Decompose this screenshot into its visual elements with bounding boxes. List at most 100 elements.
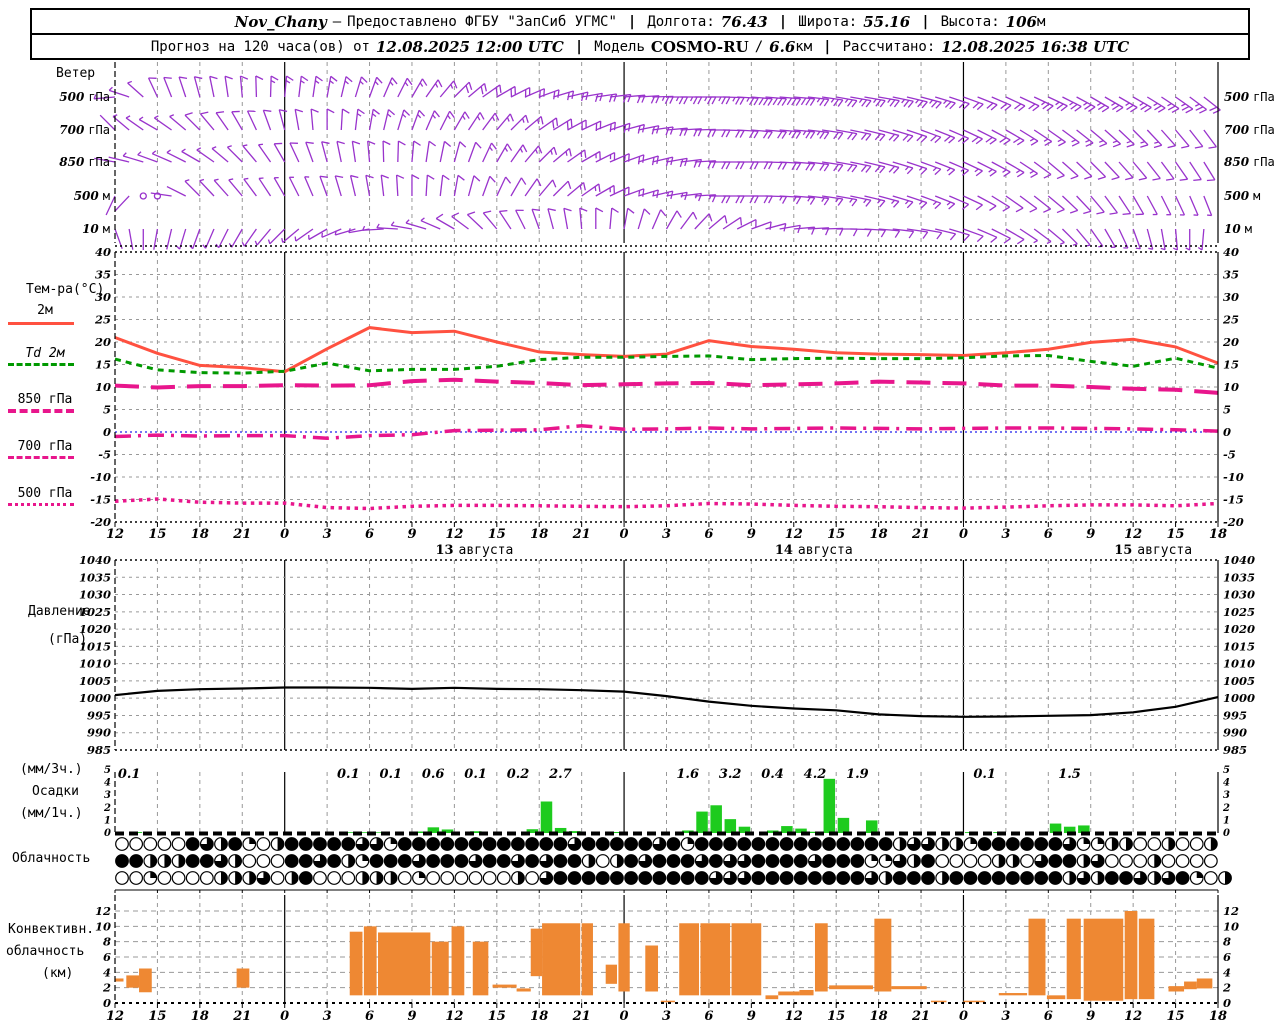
cloud-symbol: [1048, 854, 1063, 868]
svg-text:40: 40: [95, 245, 111, 259]
svg-text:850гПа: 850 гПа: [59, 155, 110, 169]
cloud-symbol: [1147, 837, 1162, 851]
svg-text:30: 30: [95, 290, 111, 304]
svg-text:3: 3: [104, 790, 111, 801]
svg-text:18: 18: [191, 527, 209, 542]
convective-bar: [530, 928, 543, 977]
cloud-symbol: [185, 871, 200, 885]
cloud-symbol: [652, 871, 667, 885]
svg-text:9: 9: [747, 1009, 756, 1024]
convective-bar: [891, 986, 927, 990]
cloud-symbol: [921, 854, 935, 868]
cloud-symbol: [1048, 871, 1063, 885]
svg-text:12: 12: [785, 527, 803, 542]
svg-text:6: 6: [1223, 950, 1231, 964]
svg-text:0.1: 0.1: [973, 767, 996, 782]
svg-text:3: 3: [323, 1009, 332, 1024]
cloud-symbol: [906, 871, 921, 885]
cloud-symbol: [242, 854, 257, 868]
cloud-symbol: [751, 837, 766, 851]
convective-bar: [1083, 918, 1124, 1001]
svg-text:0.6: 0.6: [422, 767, 445, 782]
convective-bar: [492, 984, 517, 988]
svg-text:15: 15: [1223, 358, 1239, 372]
svg-text:6: 6: [365, 1009, 374, 1024]
cloud-symbol: [737, 837, 752, 851]
svg-text:12: 12: [1223, 904, 1239, 918]
svg-text:6: 6: [103, 950, 111, 964]
cloud-symbol: [1005, 837, 1020, 851]
cloud-symbol: [666, 837, 681, 851]
cloud-symbol: [1133, 854, 1148, 868]
convective-bar: [799, 989, 814, 996]
cloud-symbol: [694, 837, 709, 851]
cloud-symbol: [595, 854, 610, 868]
cloud-symbol: [496, 854, 511, 868]
cloud-symbol: [709, 854, 723, 868]
cloud-symbol: [185, 854, 200, 868]
convective-bar: [765, 995, 779, 1000]
cloud-symbol: [129, 837, 144, 851]
convective-bar: [874, 918, 892, 992]
svg-text:14августа: 14 августа: [775, 543, 853, 558]
svg-text:0.1: 0.1: [118, 767, 141, 782]
cloud-symbol: [482, 871, 497, 885]
cloud-symbol: [610, 837, 624, 851]
svg-text:6: 6: [704, 1009, 713, 1024]
cloud-symbol: [397, 871, 412, 885]
convective-bar: [139, 968, 152, 993]
cloud-symbol: [935, 854, 950, 868]
convective-bar: [1138, 918, 1155, 1000]
cloud-symbol: [525, 837, 539, 851]
svg-text:18: 18: [530, 527, 548, 542]
svg-text:985: 985: [1223, 743, 1247, 757]
cloud-symbol: [511, 837, 525, 851]
cloud-symbol: [864, 837, 879, 851]
svg-text:15: 15: [1167, 1009, 1185, 1024]
svg-text:12: 12: [1124, 527, 1142, 542]
cloud-symbol: [496, 837, 511, 851]
svg-text:0.1: 0.1: [464, 767, 487, 782]
svg-text:6: 6: [365, 527, 374, 542]
svg-text:13августа: 13 августа: [435, 543, 513, 558]
cloud-symbol: [369, 854, 384, 868]
precip-bar: [540, 801, 553, 833]
cloud-symbol: [921, 871, 935, 885]
svg-text:1000: 1000: [79, 691, 111, 705]
cloud-symbol: [496, 871, 511, 885]
convective-bar: [115, 978, 124, 982]
cloud-symbol: [723, 837, 737, 851]
svg-text:12: 12: [106, 527, 124, 542]
svg-text:4: 4: [1223, 778, 1230, 789]
svg-text:0: 0: [280, 1009, 289, 1024]
svg-text:1010: 1010: [1223, 657, 1255, 671]
cloud-symbol: [313, 837, 327, 851]
svg-text:1005: 1005: [1223, 674, 1255, 688]
svg-text:500м: 500 м: [74, 189, 110, 203]
svg-text:-10: -10: [1223, 470, 1244, 484]
cloud-symbol: [963, 871, 978, 885]
svg-text:1025: 1025: [1223, 605, 1255, 619]
svg-text:15: 15: [827, 527, 845, 542]
cloud-symbol: [878, 837, 893, 851]
convective-bar: [814, 923, 828, 992]
svg-text:500гПа: 500 гПа: [59, 90, 110, 104]
convective-bar: [700, 923, 731, 996]
svg-text:5: 5: [104, 765, 111, 776]
cloud-symbol: [115, 837, 129, 851]
convective-bar: [378, 932, 431, 996]
convective-bar: [236, 968, 250, 988]
svg-text:-15: -15: [1223, 493, 1244, 507]
cloud-symbol: [1020, 837, 1034, 851]
cloud-symbol: [341, 871, 356, 885]
cloud-symbol: [553, 854, 568, 868]
svg-text:15: 15: [488, 1009, 506, 1024]
convective-bar: [998, 993, 1028, 996]
svg-text:10м: 10 м: [82, 222, 110, 236]
cloud-symbol: [567, 871, 582, 885]
svg-text:500м: 500 м: [1224, 189, 1260, 203]
convective-bar: [1124, 911, 1138, 1000]
svg-text:2: 2: [1222, 981, 1231, 995]
svg-text:18: 18: [870, 1009, 888, 1024]
cloud-symbol: [157, 871, 172, 885]
